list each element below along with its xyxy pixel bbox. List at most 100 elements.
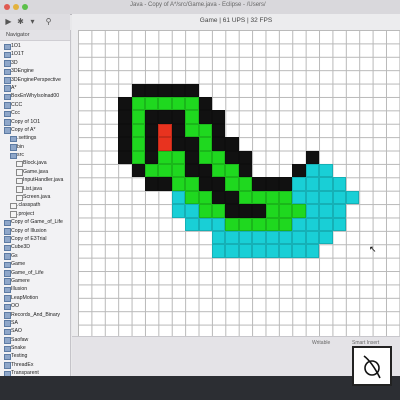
closed-set-cell[interactable]: [212, 231, 226, 245]
navigator-item[interactable]: Game.java: [0, 168, 70, 176]
open-set-cell[interactable]: [225, 177, 239, 191]
open-set-cell[interactable]: [279, 217, 293, 231]
open-set-cell[interactable]: [198, 137, 212, 151]
open-set-cell[interactable]: [252, 190, 266, 205]
navigator-item[interactable]: Snake: [0, 344, 70, 353]
navigator-item[interactable]: Illusion: [0, 285, 70, 294]
open-set-cell[interactable]: [225, 164, 239, 178]
closed-set-cell[interactable]: [225, 231, 239, 245]
open-set-cell[interactable]: [185, 177, 199, 191]
open-set-cell[interactable]: [238, 217, 253, 231]
navigator-item[interactable]: Game_of_Life: [0, 269, 70, 277]
navigator-item[interactable]: Saofaw: [0, 336, 70, 344]
closed-set-cell[interactable]: [185, 204, 199, 218]
closed-set-cell[interactable]: [305, 190, 320, 205]
wall-cell[interactable]: [145, 110, 159, 124]
navigator-item[interactable]: Block.java: [0, 159, 70, 168]
wall-cell[interactable]: [131, 83, 145, 97]
wall-cell[interactable]: [238, 150, 253, 164]
wall-cell[interactable]: [225, 204, 239, 218]
closed-set-cell[interactable]: [185, 217, 199, 231]
open-set-cell[interactable]: [131, 110, 145, 124]
wall-cell[interactable]: [131, 164, 145, 178]
closed-set-cell[interactable]: [265, 244, 279, 258]
closed-set-cell[interactable]: [305, 244, 320, 258]
closed-set-cell[interactable]: [212, 217, 226, 231]
closed-set-cell[interactable]: [332, 217, 346, 231]
wall-cell[interactable]: [118, 150, 132, 164]
wall-cell[interactable]: [185, 164, 199, 178]
open-set-cell[interactable]: [131, 137, 145, 151]
wall-cell[interactable]: [265, 177, 279, 191]
minimize-icon[interactable]: [13, 4, 19, 10]
wall-cell[interactable]: [171, 123, 186, 138]
search-icon[interactable]: ⚲: [44, 17, 53, 26]
wall-cell[interactable]: [225, 190, 239, 205]
wall-cell[interactable]: [118, 137, 132, 151]
wall-cell[interactable]: [198, 97, 212, 111]
closed-set-cell[interactable]: [292, 231, 306, 245]
open-set-cell[interactable]: [238, 190, 253, 205]
closed-set-cell[interactable]: [292, 244, 306, 258]
run-icon[interactable]: ▶: [4, 17, 13, 26]
navigator-item[interactable]: ThreadEx: [0, 361, 70, 369]
wall-cell[interactable]: [171, 110, 186, 124]
closed-set-cell[interactable]: [305, 217, 320, 231]
navigator-item[interactable]: Testing: [0, 352, 70, 361]
navigator-item[interactable]: CCC: [0, 101, 70, 109]
closed-set-cell[interactable]: [238, 244, 253, 258]
closed-set-cell[interactable]: [319, 231, 333, 245]
navigator-item[interactable]: 1O1T: [0, 50, 70, 59]
navigator-item[interactable]: src: [0, 151, 70, 160]
open-set-cell[interactable]: [171, 177, 186, 191]
navigator-item[interactable]: 3DEngine: [0, 67, 70, 76]
navigator-item[interactable]: 3D: [0, 59, 70, 67]
wall-cell[interactable]: [198, 164, 212, 178]
open-set-cell[interactable]: [131, 123, 145, 138]
navigator-item[interactable]: Gamere: [0, 277, 70, 285]
wall-cell[interactable]: [185, 137, 199, 151]
wall-cell[interactable]: [158, 83, 172, 97]
open-set-cell[interactable]: [238, 177, 253, 191]
wall-cell[interactable]: [252, 204, 266, 218]
wall-cell[interactable]: [212, 123, 226, 138]
wall-cell[interactable]: [225, 137, 239, 151]
navigator-item[interactable]: OO: [0, 302, 70, 311]
closed-set-cell[interactable]: [265, 231, 279, 245]
wall-cell[interactable]: [118, 110, 132, 124]
navigator-item[interactable]: SAO: [0, 327, 70, 336]
navigator-item[interactable]: .settings: [0, 134, 70, 143]
navigator-item[interactable]: Screen.java: [0, 193, 70, 202]
open-set-cell[interactable]: [131, 97, 145, 111]
start-cell[interactable]: [158, 137, 172, 151]
wall-cell[interactable]: [238, 204, 253, 218]
debug-icon[interactable]: ✱: [16, 17, 25, 26]
closed-set-cell[interactable]: [171, 204, 186, 218]
wall-cell[interactable]: [305, 150, 320, 164]
open-set-cell[interactable]: [185, 110, 199, 124]
open-set-cell[interactable]: [158, 164, 172, 178]
open-set-cell[interactable]: [212, 204, 226, 218]
wall-cell[interactable]: [158, 177, 172, 191]
wall-cell[interactable]: [238, 164, 253, 178]
closed-set-cell[interactable]: [332, 204, 346, 218]
closed-set-cell[interactable]: [252, 231, 266, 245]
navigator-item[interactable]: Copy of A*: [0, 126, 70, 134]
navigator-item[interactable]: Records_And_Binary: [0, 311, 70, 319]
navigator-item[interactable]: Gs: [0, 252, 70, 260]
open-set-cell[interactable]: [131, 150, 145, 164]
open-set-cell[interactable]: [265, 204, 279, 218]
wall-cell[interactable]: [198, 177, 212, 191]
open-set-cell[interactable]: [198, 150, 212, 164]
open-set-cell[interactable]: [171, 150, 186, 164]
navigator-item[interactable]: InputHandler.java: [0, 176, 70, 185]
open-set-cell[interactable]: [198, 190, 212, 205]
wall-cell[interactable]: [145, 177, 159, 191]
wall-cell[interactable]: [212, 110, 226, 124]
open-set-cell[interactable]: [279, 204, 293, 218]
open-set-cell[interactable]: [292, 204, 306, 218]
navigator-item[interactable]: 3DEnginePerspective: [0, 76, 70, 84]
wall-cell[interactable]: [292, 164, 306, 178]
closed-set-cell[interactable]: [292, 177, 306, 191]
closed-set-cell[interactable]: [198, 217, 212, 231]
